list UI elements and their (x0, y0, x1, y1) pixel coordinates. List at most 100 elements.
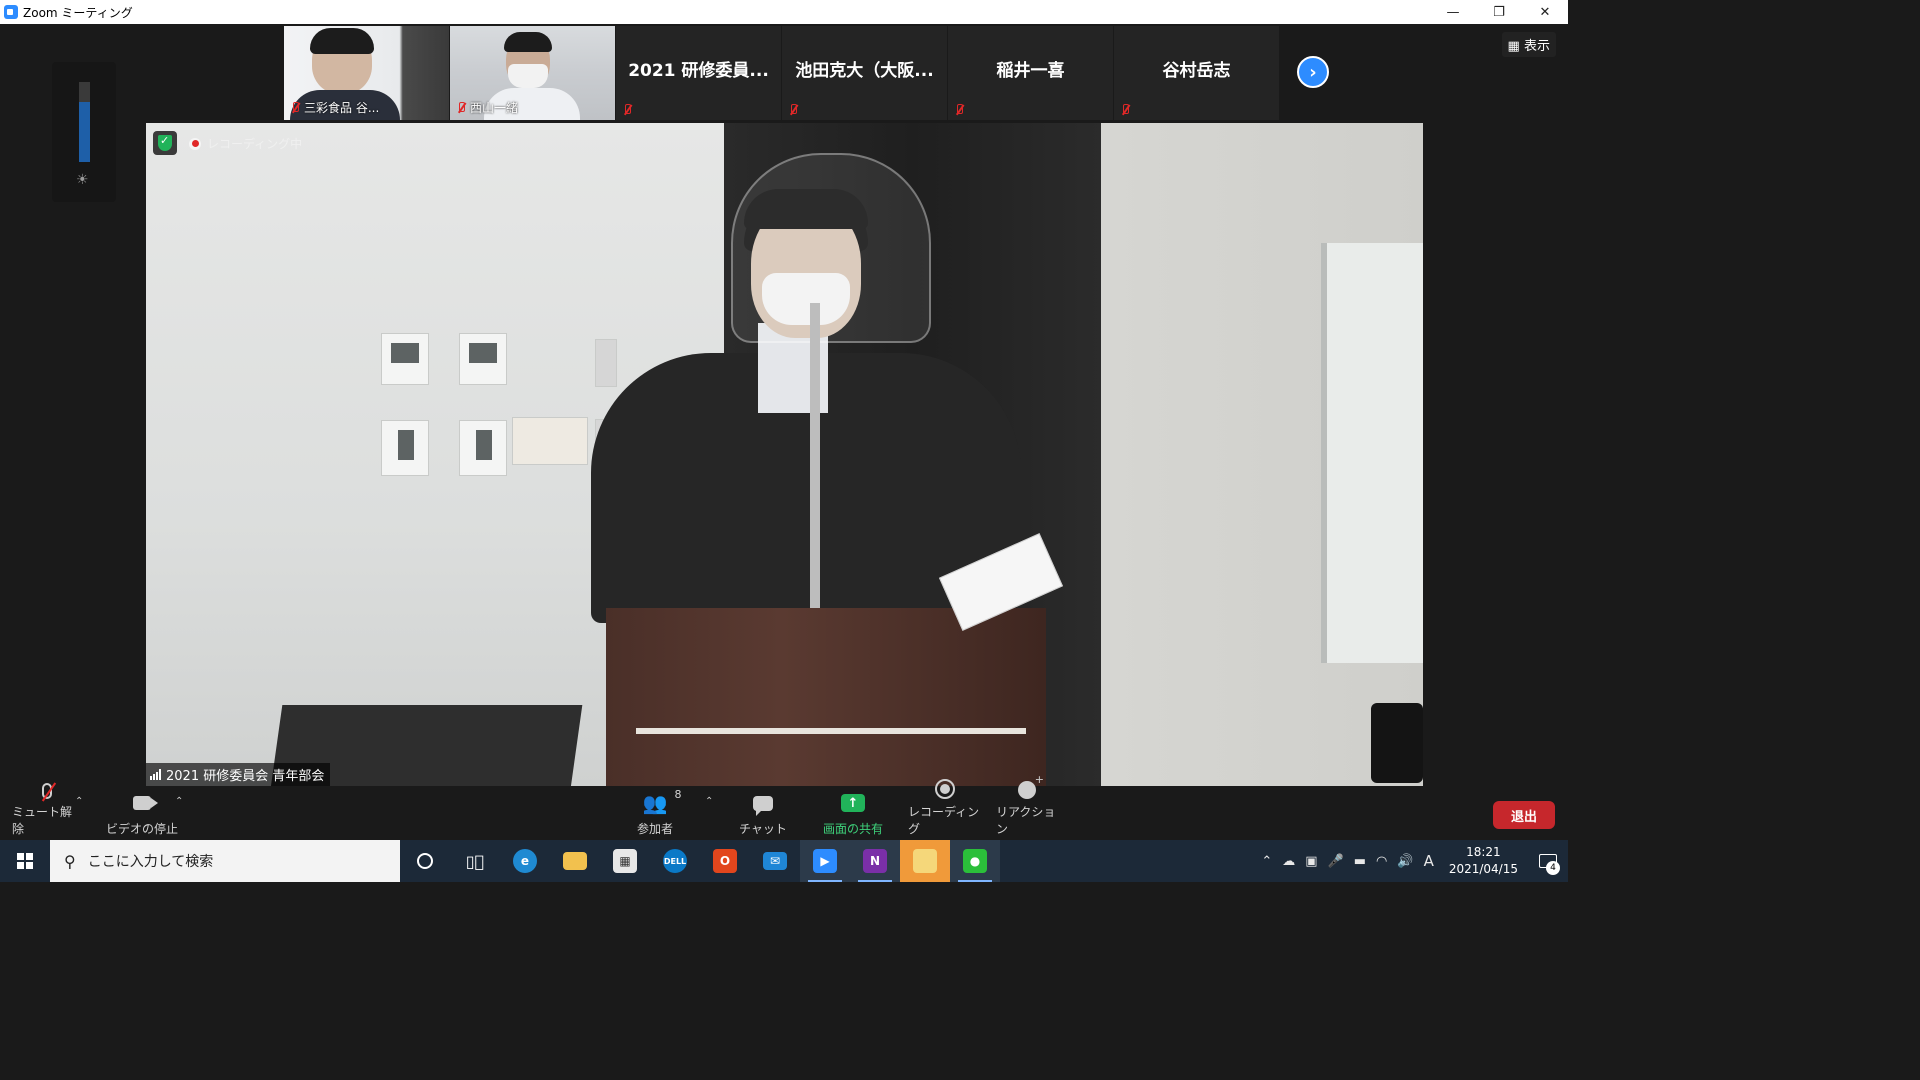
device-icon[interactable]: ▣ (1305, 854, 1317, 869)
zoom-app-icon (4, 5, 18, 19)
cortana-button[interactable] (400, 840, 450, 882)
video-camera-icon (133, 796, 158, 810)
taskbar-clock[interactable]: 18:21 2021/04/15 (1449, 844, 1518, 878)
muted-mic-icon (788, 104, 798, 116)
emoji-icon (1018, 773, 1044, 799)
line-app[interactable]: ● (950, 840, 1000, 882)
participant-name: 2021 研修委員... (628, 61, 769, 81)
zoom-app[interactable]: ▶ (800, 840, 850, 882)
photos-app[interactable] (900, 840, 950, 882)
office-icon: O (713, 849, 737, 873)
participant-tile[interactable]: 2021 研修委員... (616, 26, 782, 120)
leave-meeting-button[interactable]: 退出 (1493, 801, 1555, 829)
participant-name: 西山一緒 (470, 101, 519, 115)
participants-icon: 👥 (642, 791, 668, 815)
chat-icon (753, 795, 773, 816)
muted-mic-icon (954, 104, 964, 116)
participants-button[interactable]: 👥 8 参加者 (630, 788, 682, 840)
reactions-button[interactable]: リアクション (996, 773, 1058, 840)
meeting-stage: ☀ 三彩食品 谷... 西山一緒 2021 研修委員... 池田克大（大阪...… (0, 24, 1568, 790)
participants-options-caret[interactable]: ⌃ (705, 796, 713, 807)
line-icon: ● (963, 849, 987, 873)
clock-date: 2021/04/15 (1448, 862, 1518, 876)
windows-taskbar: ⚲ ここに入力して検索 ▯⃒ e ▦ DELL O ✉ ▶ N ● ⌃ ☁ ▣ … (0, 840, 1568, 882)
battery-icon[interactable]: ▬ (1354, 854, 1366, 869)
taskbar-search[interactable]: ⚲ ここに入力して検索 (50, 840, 400, 882)
office-app[interactable]: O (700, 840, 750, 882)
grid-icon: ▦ (1507, 39, 1520, 54)
muted-mic-icon (42, 783, 52, 799)
recording-dot-icon (189, 137, 201, 150)
taskbar-apps: ▯⃒ e ▦ DELL O ✉ ▶ N ● (400, 840, 1000, 882)
ime-indicator[interactable]: A (1424, 852, 1434, 870)
window-controls: — ❐ ✕ (1430, 0, 1568, 24)
stop-video-button[interactable]: ビデオの停止 (104, 790, 180, 840)
active-speaker-video[interactable]: レコーディング中 2021 研修委員会 青年部会 (146, 123, 1423, 786)
record-icon (935, 779, 955, 799)
action-center-button[interactable]: 4 (1528, 840, 1568, 882)
notification-badge: 4 (1546, 861, 1560, 875)
show-hidden-icons-icon[interactable]: ⌃ (1261, 854, 1272, 869)
task-view-button[interactable]: ▯⃒ (450, 840, 500, 882)
participant-strip: 三彩食品 谷... 西山一緒 2021 研修委員... 池田克大（大阪... 稲… (284, 26, 1280, 120)
participants-count: 8 (674, 788, 682, 801)
meeting-toolbar: ミュート解除 ⌃ ビデオの停止 ⌃ 👥 8 参加者 ⌃ チャット ↑ 画面の共有 … (0, 773, 1568, 840)
volume-meter (79, 82, 90, 162)
clock-time: 18:21 (1466, 845, 1501, 859)
recording-indicator[interactable]: レコーディング中 (189, 135, 302, 152)
task-view-icon: ▯⃒ (465, 851, 485, 871)
muted-mic-icon (290, 101, 300, 114)
system-tray: ⌃ ☁ ▣ 🎤 ▬ ◠ 🔊 A 18:21 2021/04/15 4 (1256, 840, 1568, 882)
start-button[interactable] (0, 840, 50, 882)
speaker-icon[interactable]: 🔊 (1397, 854, 1413, 869)
video-options-caret[interactable]: ⌃ (175, 796, 183, 807)
participant-tile[interactable]: 三彩食品 谷... (284, 26, 450, 120)
unmute-button[interactable]: ミュート解除 (12, 783, 82, 840)
participant-tile[interactable]: 稲井一喜 (948, 26, 1114, 120)
dell-icon: DELL (663, 849, 687, 873)
speaker-name-label: 2021 研修委員会 青年部会 (146, 763, 331, 786)
dell-app[interactable]: DELL (650, 840, 700, 882)
restore-button[interactable]: ❐ (1476, 0, 1522, 24)
microphone-icon[interactable]: 🎤 (1328, 854, 1344, 869)
search-icon: ⚲ (64, 851, 76, 871)
next-page-button[interactable]: › (1297, 56, 1329, 88)
minimize-button[interactable]: — (1430, 0, 1476, 24)
wifi-icon[interactable]: ◠ (1376, 854, 1387, 869)
muted-mic-icon (622, 104, 632, 116)
close-button[interactable]: ✕ (1522, 0, 1568, 24)
podium (606, 608, 1046, 786)
brightness-icon: ☀ (76, 172, 89, 188)
muted-mic-icon (1120, 104, 1130, 116)
store-bag-icon: ▦ (613, 849, 637, 873)
participant-tile[interactable]: 西山一緒 (450, 26, 616, 120)
cortana-icon (417, 853, 433, 869)
onedrive-icon[interactable]: ☁ (1282, 854, 1295, 869)
photos-icon (913, 849, 937, 873)
folder-icon (563, 852, 587, 870)
mail-icon: ✉ (763, 852, 787, 870)
store-app[interactable]: ▦ (600, 840, 650, 882)
view-button[interactable]: ▦ 表示 (1501, 32, 1556, 57)
muted-mic-icon (456, 101, 466, 114)
share-screen-button[interactable]: ↑ 画面の共有 (818, 790, 888, 840)
zoom-icon: ▶ (813, 849, 837, 873)
shield-icon (158, 134, 172, 151)
edge-app[interactable]: e (500, 840, 550, 882)
window-title: Zoom ミーティング (23, 5, 133, 20)
participant-tile[interactable]: 池田克大（大阪... (782, 26, 948, 120)
participant-name: 三彩食品 谷... (304, 101, 380, 115)
mail-app[interactable]: ✉ (750, 840, 800, 882)
audio-options-caret[interactable]: ⌃ (75, 796, 83, 807)
file-explorer-app[interactable] (550, 840, 600, 882)
edge-icon: e (513, 849, 537, 873)
volume-panel: ☀ (52, 62, 116, 202)
encryption-shield-button[interactable] (153, 131, 177, 155)
whiteboard (1321, 243, 1423, 663)
share-arrow-icon: ↑ (841, 794, 865, 812)
onenote-app[interactable]: N (850, 840, 900, 882)
signal-bars-icon (150, 769, 161, 780)
record-button[interactable]: レコーディング (908, 779, 982, 840)
chat-button[interactable]: チャット (738, 790, 788, 840)
participant-tile[interactable]: 谷村岳志 (1114, 26, 1280, 120)
